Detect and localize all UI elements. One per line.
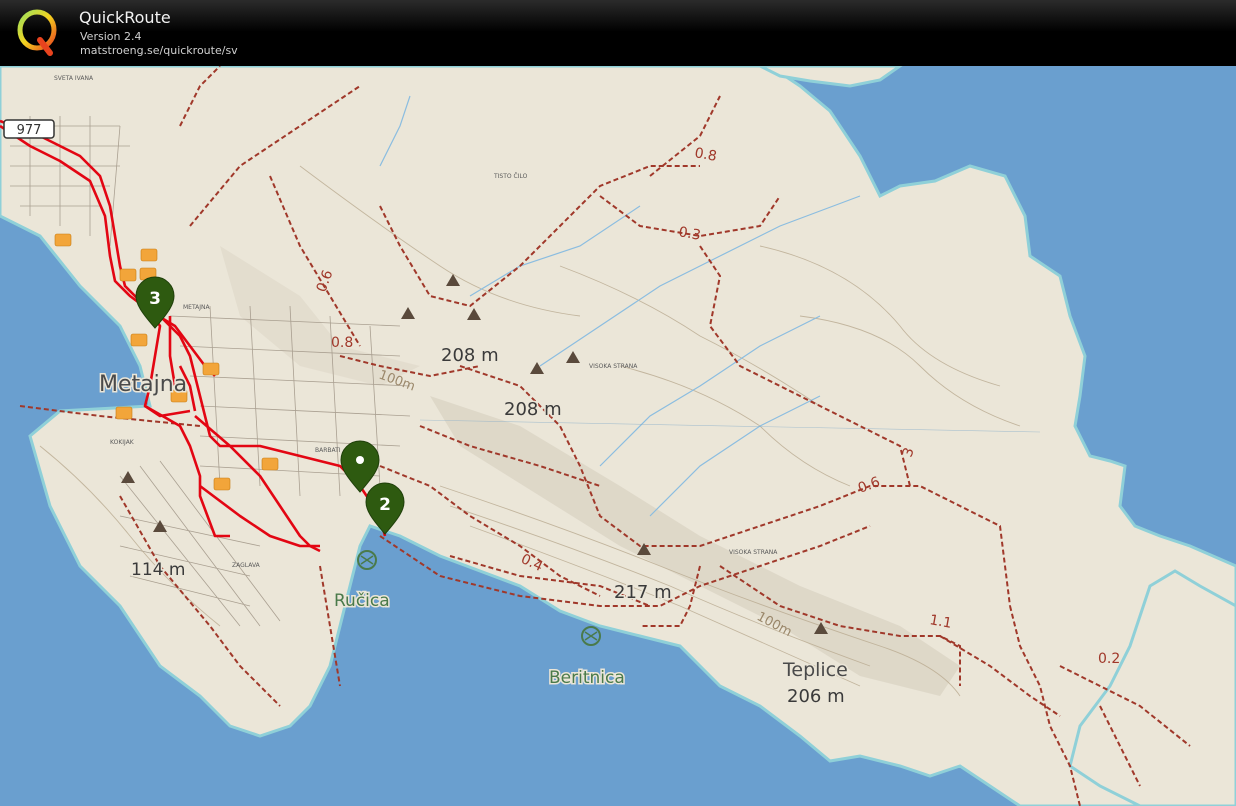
note-icon[interactable] bbox=[54, 233, 72, 247]
note-icon[interactable] bbox=[213, 477, 231, 491]
label-barbati: BARBATI bbox=[315, 447, 341, 454]
place-teplice: Teplice bbox=[782, 659, 848, 681]
label-zaglava: ZAGLAVA bbox=[232, 562, 261, 569]
place-beritnica: Beritnica bbox=[549, 668, 625, 688]
label-sveta-ivana: SVETA IVANA bbox=[54, 75, 94, 82]
label-tisto-cilo: TISTO ČILO bbox=[493, 173, 528, 180]
label-metajna-small: METAJNA bbox=[183, 304, 211, 311]
elev-206: 206 m bbox=[787, 686, 845, 707]
note-icon[interactable] bbox=[261, 457, 279, 471]
label-kokijak: KOKIJAK bbox=[110, 439, 135, 446]
note-icon[interactable] bbox=[202, 362, 220, 376]
dist-0-2: 0.2 bbox=[1098, 651, 1120, 667]
dist-0-8-b: 0.8 bbox=[331, 335, 353, 351]
label-visoka-strana-2: VISOKA STRANA bbox=[729, 549, 778, 556]
marker-3-label: 3 bbox=[149, 289, 161, 309]
marker-1-dot bbox=[356, 456, 364, 464]
note-icon[interactable] bbox=[119, 268, 137, 282]
road-number: 977 bbox=[17, 123, 42, 138]
app-title: QuickRoute bbox=[79, 8, 171, 27]
app-header: QuickRoute Version 2.4 matstroeng.se/qui… bbox=[0, 0, 1236, 66]
elev-217: 217 m bbox=[614, 582, 672, 603]
quickroute-logo-icon bbox=[17, 9, 57, 56]
elev-114: 114 m bbox=[131, 560, 185, 580]
note-icon[interactable] bbox=[140, 248, 158, 262]
place-rucica: Ručica bbox=[334, 591, 390, 611]
app-url[interactable]: matstroeng.se/quickroute/sv bbox=[80, 44, 238, 57]
label-visoka-strana-1: VISOKA STRANA bbox=[589, 363, 638, 370]
road-sign: 977 bbox=[3, 119, 55, 139]
place-metajna: Metajna bbox=[99, 372, 187, 397]
note-icon[interactable] bbox=[115, 406, 133, 420]
elev-208-a: 208 m bbox=[441, 345, 499, 366]
note-icon[interactable] bbox=[130, 333, 148, 347]
elev-208-b: 208 m bbox=[504, 399, 562, 420]
map-canvas[interactable]: 977 Metajna Ručica Beritnica Teplice 208… bbox=[0, 66, 1236, 806]
app-version: Version 2.4 bbox=[80, 30, 142, 43]
marker-2-label: 2 bbox=[379, 495, 391, 515]
